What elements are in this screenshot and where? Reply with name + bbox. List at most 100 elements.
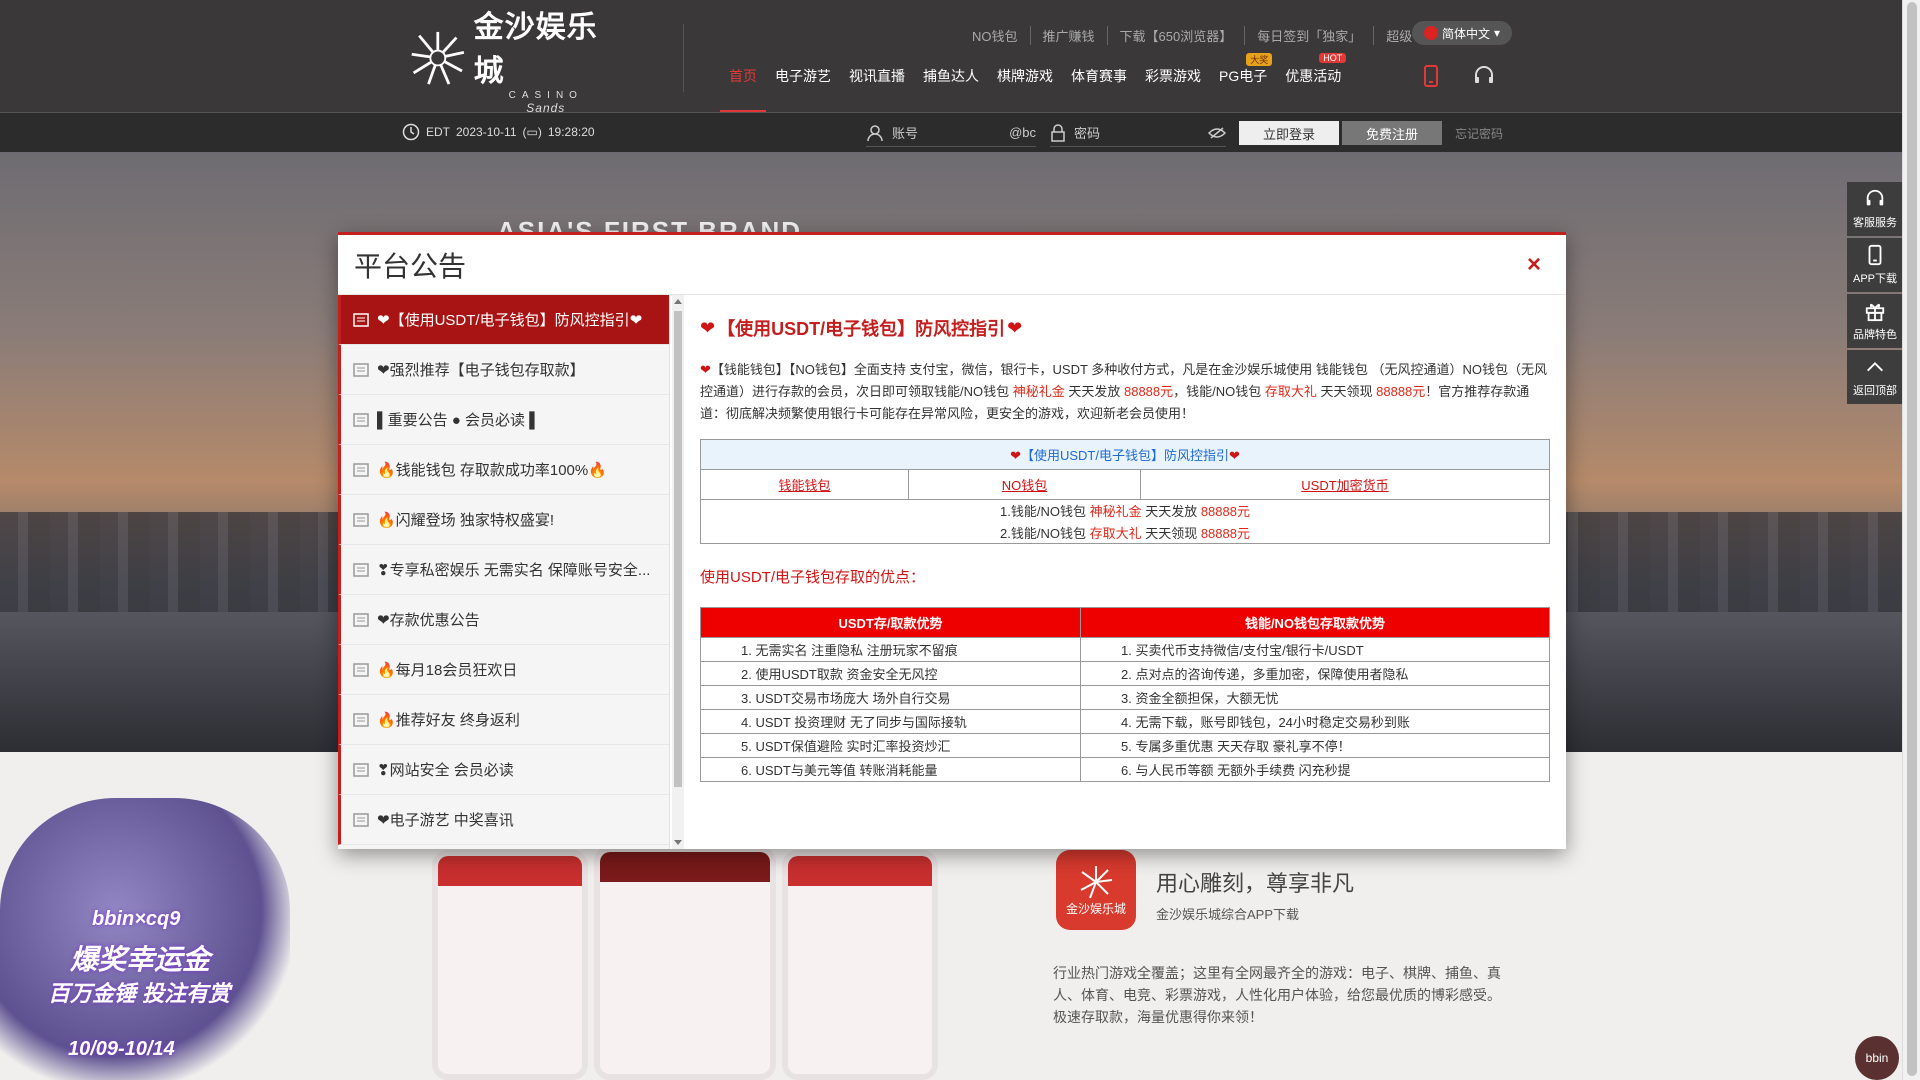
para-highlight: 88888元 xyxy=(1123,384,1174,399)
announcement-list-scrollbar[interactable] xyxy=(672,295,684,849)
announcement-item[interactable]: ❣网站安全 会员必读 xyxy=(338,745,669,795)
para-highlight: 神秘礼金 xyxy=(1012,384,1065,399)
phone-mockup-home xyxy=(594,846,776,1080)
sands-app-logo-icon xyxy=(1080,865,1113,898)
util-link-checkin[interactable]: 每日签到「独家」 xyxy=(1245,26,1375,45)
nav-home[interactable]: 首页 xyxy=(720,66,766,112)
announcement-item-label: 🔥钱能钱包 存取款成功率100%🔥 xyxy=(377,462,607,479)
nav-slots[interactable]: 电子游艺 xyxy=(766,66,840,112)
guide-row-text: 天天领现 xyxy=(1141,525,1201,541)
float-brand-features[interactable]: 品牌特色 xyxy=(1847,294,1903,348)
guide-table-header-text: 【使用USDT/电子钱包】防风控指引 xyxy=(1020,448,1229,463)
date: 2023-10-11 xyxy=(456,125,517,139)
document-icon xyxy=(353,362,369,377)
nav-fishing[interactable]: 捕鱼达人 xyxy=(914,66,988,112)
announcement-item-label: ❤【使用USDT/电子钱包】防风控指引❤ xyxy=(377,312,643,329)
announcement-scroll-thumb[interactable] xyxy=(674,311,682,787)
announcement-item-label: 🔥闪耀登场 独家特权盛宴! xyxy=(377,512,555,529)
content-title: ❤ 【使用USDT/电子钱包】防风控指引 ❤ xyxy=(700,315,1550,341)
announcement-item[interactable]: ❤【使用USDT/电子钱包】防风控指引❤ xyxy=(338,295,669,345)
mobile-icon[interactable] xyxy=(1419,64,1443,88)
register-button[interactable]: 免费注册 xyxy=(1342,121,1442,145)
close-icon[interactable]: × xyxy=(1524,253,1544,277)
guide-row-highlight: 存取大礼 xyxy=(1089,525,1142,541)
util-link-download[interactable]: 下载【650浏览器】 xyxy=(1108,26,1246,45)
hide-password-icon[interactable] xyxy=(1208,126,1226,139)
document-icon xyxy=(353,412,369,427)
announcement-item[interactable]: 🔥闪耀登场 独家特权盛宴! xyxy=(338,495,669,545)
user-icon xyxy=(867,124,883,141)
guide-row: 1.钱能/NO钱包 神秘礼金 天天发放 88888元 xyxy=(700,499,1550,522)
document-icon xyxy=(353,462,369,477)
account-field[interactable]: 账号 @bc xyxy=(866,123,1036,147)
link-no-wallet[interactable]: NO钱包 xyxy=(1002,478,1048,493)
password-placeholder: 密码 xyxy=(1074,126,1101,141)
util-link-no-wallet[interactable]: NO钱包 xyxy=(960,26,1031,45)
nav-sports[interactable]: 体育赛事 xyxy=(1062,66,1136,112)
announcement-item[interactable]: 🔥钱能钱包 存取款成功率100%🔥 xyxy=(338,445,669,495)
announcement-item[interactable]: ❤存款优惠公告 xyxy=(338,595,669,645)
app-title: 用心雕刻，尊享非凡 xyxy=(1156,871,1355,896)
announcement-item[interactable]: ❤电子游艺 中奖喜讯 xyxy=(338,795,669,845)
nav-promotions[interactable]: 优惠活动 HOT xyxy=(1276,53,1350,112)
promo-brand: bbin×cq9 xyxy=(92,908,181,930)
announcement-item-label: ❤电子游艺 中奖喜讯 xyxy=(377,812,514,829)
announcement-item-label: ❤强烈推荐【电子钱包存取款】 xyxy=(377,362,585,379)
nav-card-games[interactable]: 棋牌游戏 xyxy=(988,66,1062,112)
table-cell: 5. USDT保值避险 实时汇率投资炒汇 xyxy=(700,733,1081,758)
promo-floating-ad[interactable]: bbin×cq9 爆奖幸运金 百万金锤 投注有赏 10/09-10/14 xyxy=(0,798,290,1080)
announcement-item[interactable]: 🔥每月18会员狂欢日 xyxy=(338,645,669,695)
page-scrollbar[interactable] xyxy=(1902,0,1920,1080)
account-placeholder: 账号 xyxy=(892,126,919,141)
headset-icon xyxy=(1866,189,1884,206)
guide-row-text: 1.钱能/NO钱包 xyxy=(1000,504,1090,520)
para-text: 天天发放 xyxy=(1064,384,1124,399)
scroll-up-arrow-icon[interactable] xyxy=(674,299,682,304)
announcement-item-label: 🔥推荐好友 终身返利 xyxy=(377,712,520,729)
scroll-down-arrow-icon[interactable] xyxy=(674,840,682,845)
guide-table: ❤【使用USDT/电子钱包】防风控指引❤ 钱能钱包 NO钱包 USDT加密货币 … xyxy=(700,439,1550,544)
modal-title: 平台公告 xyxy=(354,249,467,283)
phone-mockup-login xyxy=(432,850,588,1080)
server-clock: EDT 2023-10-11 (▭) 19:28:20 xyxy=(402,123,595,141)
float-customer-service-label: 客服服务 xyxy=(1853,217,1897,229)
nav-lottery[interactable]: 彩票游戏 xyxy=(1136,66,1210,112)
util-link-promote[interactable]: 推广赚钱 xyxy=(1031,26,1108,45)
header-divider xyxy=(683,24,684,92)
table-cell: 3. USDT交易市场庞大 场外自行交易 xyxy=(700,685,1081,710)
site-logo[interactable]: 金沙娱乐城 CASINO Sands xyxy=(408,10,618,115)
announcement-item[interactable]: 🔥推荐好友 终身返利 xyxy=(338,695,669,745)
announcement-item-label: ❣专享私密娱乐 无需实名 保障账号安全... xyxy=(377,562,651,579)
float-customer-service[interactable]: 客服服务 xyxy=(1847,182,1903,236)
page-scroll-thumb[interactable] xyxy=(1907,2,1917,1076)
login-button[interactable]: 立即登录 xyxy=(1239,121,1339,145)
link-qianneng-wallet[interactable]: 钱能钱包 xyxy=(778,478,830,493)
announcement-item[interactable]: ▌重要公告 ● 会员必读 ▌ xyxy=(338,395,669,445)
customer-service-icon[interactable] xyxy=(1472,64,1496,88)
guide-row-text: 天天发放 xyxy=(1141,504,1201,520)
content-title-text: 【使用USDT/电子钱包】防风控指引 xyxy=(717,319,1006,339)
document-icon xyxy=(353,762,369,777)
language-selector[interactable]: 简体中文 ▾ xyxy=(1412,21,1512,45)
app-icon[interactable]: 金沙娱乐城 xyxy=(1056,850,1136,930)
heart-icon: ❤ xyxy=(1010,448,1021,463)
float-back-to-top[interactable]: 返回顶部 xyxy=(1847,350,1903,404)
password-field[interactable]: 密码 xyxy=(1050,123,1226,147)
bbin-badge[interactable]: bbin xyxy=(1855,1036,1899,1080)
table-cell: 2. 使用USDT取款 资金安全无风控 xyxy=(700,661,1081,686)
para-highlight: 存取大礼 xyxy=(1264,384,1317,399)
table-row: 6. USDT与美元等值 转账消耗能量 6. 与人民币等额 无额外手续费 闪充秒提 xyxy=(700,757,1550,782)
link-usdt[interactable]: USDT加密货币 xyxy=(1301,478,1388,493)
hot-badge: HOT xyxy=(1319,53,1347,63)
float-app-download[interactable]: APP下载 xyxy=(1847,238,1903,292)
promo-title: 爆奖幸运金 xyxy=(70,944,211,975)
float-brand-features-label: 品牌特色 xyxy=(1853,329,1897,341)
forgot-password-link[interactable]: 忘记密码 xyxy=(1455,125,1503,142)
table-cell: 4. USDT 投资理财 无了同步与国际接轨 xyxy=(700,709,1081,734)
nav-pg[interactable]: PG电子 大奖 xyxy=(1210,53,1276,112)
announcement-item[interactable]: ❣专享私密娱乐 无需实名 保障账号安全... xyxy=(338,545,669,595)
nav-live[interactable]: 视讯直播 xyxy=(840,66,914,112)
announcement-item[interactable]: ❤强烈推荐【电子钱包存取款】 xyxy=(338,345,669,395)
table-cell: 4. 无需下载，账号即钱包，24小时稳定交易秒到账 xyxy=(1080,709,1550,734)
document-icon xyxy=(353,662,369,677)
